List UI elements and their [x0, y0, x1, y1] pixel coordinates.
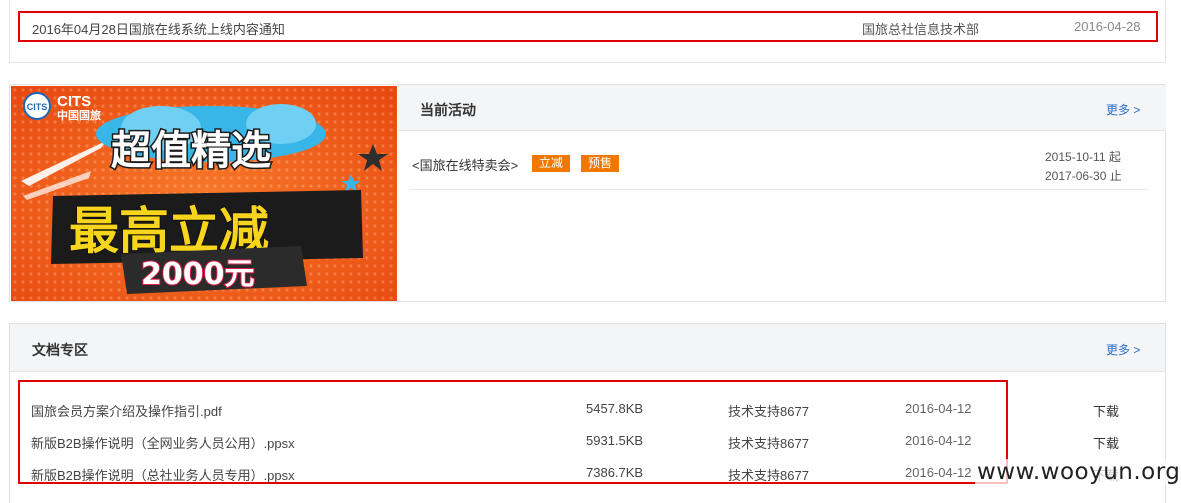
- svg-text:中国国旅: 中国国旅: [57, 108, 101, 122]
- doc-author: 技术支持8677: [728, 468, 809, 483]
- activity-end-date: 2017-06-30 止: [1045, 169, 1122, 183]
- doc-name-link[interactable]: 新版B2B操作说明（全网业务人员公用）.ppsx: [31, 433, 295, 452]
- svg-text:CITS: CITS: [27, 102, 48, 112]
- activity-more-link[interactable]: 更多 >: [1106, 101, 1140, 118]
- docs-header: 文档专区 更多 >: [10, 324, 1165, 372]
- notice-dept: 国旅总社信息技术部: [862, 22, 980, 37]
- activity-item[interactable]: <国旅在线特卖会> 立减 预售 2015-10-11 起 2017-06-30 …: [410, 143, 1148, 190]
- notice-title-link[interactable]: 2016年04月28日国旅在线系统上线内容通知: [32, 19, 285, 38]
- activity-header: 当前活动 更多 >: [398, 85, 1166, 131]
- doc-author: 技术支持8677: [728, 436, 809, 451]
- docs-more-link[interactable]: 更多 >: [1106, 341, 1140, 358]
- doc-size: 5457.8KB: [586, 401, 644, 416]
- doc-size: 7386.7KB: [586, 465, 644, 480]
- download-link[interactable]: 下载: [1093, 401, 1119, 420]
- notice-date: 2016-04-28: [1074, 19, 1141, 34]
- notice-row-highlight[interactable]: 2016年04月28日国旅在线系统上线内容通知 国旅总社信息技术部 2016-0…: [18, 11, 1158, 42]
- svg-text:CITS: CITS: [57, 93, 91, 110]
- watermark-text: www.wooyun.org: [975, 459, 1181, 485]
- svg-text:2000元: 2000元: [141, 257, 255, 292]
- table-row: 国旅会员方案介绍及操作指引.pdf 5457.8KB 技术支持8677 2016…: [10, 401, 1160, 421]
- cits-logo-icon: CITS: [23, 92, 51, 120]
- activity-start-date: 2015-10-11 起: [1045, 150, 1121, 164]
- notice-panel: 2016年04月28日国旅在线系统上线内容通知 国旅总社信息技术部 2016-0…: [9, 0, 1166, 63]
- tag-presale-badge: 预售: [581, 155, 620, 172]
- doc-name-link[interactable]: 新版B2B操作说明（总社业务人员专用）.ppsx: [31, 465, 295, 484]
- activity-panel: CITS CITS 中国国旅 超值精选 最高立减 2000元 当前活动 更多 >…: [9, 84, 1166, 302]
- doc-size: 5931.5KB: [586, 433, 644, 448]
- doc-date: 2016-04-12: [905, 401, 972, 416]
- doc-date: 2016-04-12: [905, 465, 972, 480]
- activity-item-name[interactable]: <国旅在线特卖会>: [412, 155, 518, 174]
- table-row: 新版B2B操作说明（全网业务人员公用）.ppsx 5931.5KB 技术支持86…: [10, 433, 1160, 453]
- download-link[interactable]: 下载: [1093, 433, 1119, 452]
- svg-text:超值精选: 超值精选: [111, 128, 271, 174]
- doc-name-link[interactable]: 国旅会员方案介绍及操作指引.pdf: [31, 401, 222, 420]
- doc-author: 技术支持8677: [728, 404, 809, 419]
- tag-discount-badge: 立减: [532, 155, 571, 172]
- docs-title: 文档专区: [32, 342, 88, 358]
- promo-banner[interactable]: CITS CITS 中国国旅 超值精选 最高立减 2000元: [11, 86, 397, 301]
- activity-title: 当前活动: [420, 102, 476, 118]
- doc-date: 2016-04-12: [905, 433, 972, 448]
